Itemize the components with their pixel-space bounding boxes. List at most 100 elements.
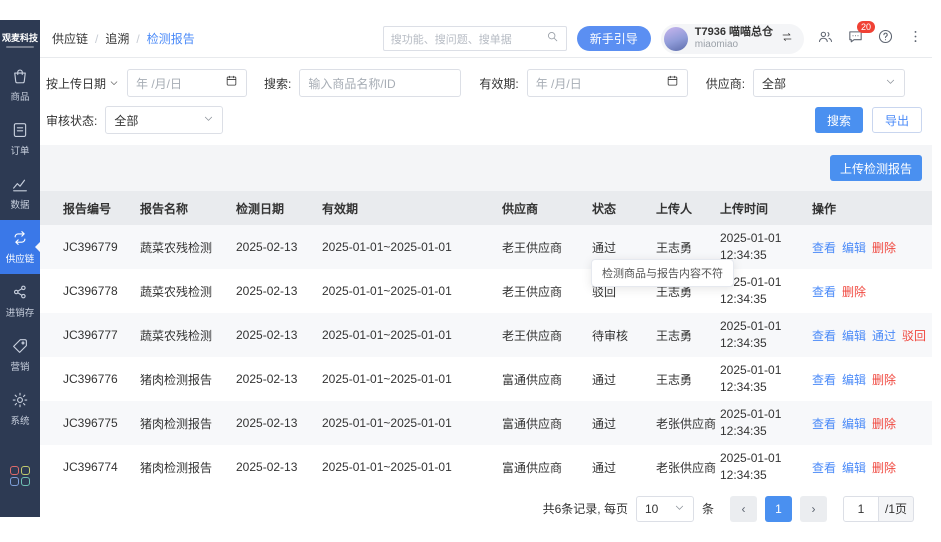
bag-icon xyxy=(11,67,29,90)
sidebar-item-marketing[interactable]: 营销 xyxy=(0,328,40,382)
validity-cell: 2025-01-01~2025-01-01 xyxy=(322,416,452,430)
test-date-cell: 2025-02-13 xyxy=(236,372,298,386)
calendar-icon xyxy=(666,74,679,92)
breadcrumb-item[interactable]: 追溯 xyxy=(105,30,129,47)
sidebar-item-data[interactable]: 数据 xyxy=(0,166,40,220)
action-link-link[interactable]: 查看 xyxy=(812,459,836,476)
action-link-link[interactable]: 通过 xyxy=(872,327,896,344)
action-link-link[interactable]: 编辑 xyxy=(842,327,866,344)
status-cell: 通过 xyxy=(592,240,617,255)
contacts-button[interactable] xyxy=(817,28,834,50)
next-page-button[interactable]: › xyxy=(799,495,827,522)
search-button[interactable]: 搜索 xyxy=(814,107,863,133)
upload-report-button[interactable]: 上传检测报告 xyxy=(829,155,922,181)
sidebar-item-label: 营销 xyxy=(10,362,30,373)
supplier-select[interactable]: 全部 xyxy=(753,69,906,97)
column-header: 报告编号 xyxy=(63,201,112,216)
kebab-menu-icon xyxy=(907,28,924,50)
prev-page-button[interactable]: ‹ xyxy=(729,495,757,522)
status-cell: 通过 xyxy=(592,372,617,387)
report-name-cell: 猪肉检测报告 xyxy=(140,416,213,431)
action-link-link[interactable]: 查看 xyxy=(812,415,836,432)
breadcrumb-item[interactable]: 供应链 xyxy=(52,30,88,47)
report-id-cell: JC396778 xyxy=(63,284,118,298)
upload-date-input[interactable]: 年 /月/日 xyxy=(127,69,248,97)
apps-grid-icon xyxy=(10,466,30,486)
validity-date-input[interactable]: 年 /月/日 xyxy=(526,69,688,97)
goods-search-input[interactable]: 输入商品名称/ID xyxy=(299,69,462,97)
action-link-link[interactable]: 查看 xyxy=(812,327,836,344)
sidebar-item-goods[interactable]: 商品 xyxy=(0,58,40,112)
audit-status-label: 审核状态: xyxy=(46,113,98,128)
action-danger-link[interactable]: 删除 xyxy=(872,371,896,388)
audit-status-select[interactable]: 全部 xyxy=(105,106,224,134)
table-row: JC396777 蔬菜农残检测 2025-02-13 2025-01-01~2025-… xyxy=(40,313,932,357)
action-danger-link[interactable]: 删除 xyxy=(872,415,896,432)
supply-chain-icon xyxy=(11,229,29,252)
total-pages-label: /1页 xyxy=(878,495,914,522)
messages-button[interactable]: 20 xyxy=(847,20,875,50)
action-link-link[interactable]: 查看 xyxy=(812,371,836,388)
supplier-cell: 富通供应商 xyxy=(502,416,563,431)
supplier-cell: 老王供应商 xyxy=(502,240,563,255)
more-menu-button[interactable] xyxy=(907,28,924,50)
page-size-select[interactable]: 10 xyxy=(635,495,694,522)
search-icon xyxy=(546,30,559,48)
test-date-cell: 2025-02-13 xyxy=(236,460,298,474)
report-id-cell: JC396777 xyxy=(63,328,118,342)
status-tooltip: 检测商品与报告内容不符 xyxy=(591,259,734,287)
action-link-link[interactable]: 查看 xyxy=(812,283,836,300)
validity-date-placeholder: 年 /月/日 xyxy=(535,76,582,91)
row-actions: 查看 编辑 通过 驳回 xyxy=(812,327,928,344)
row-actions: 查看 编辑 删除 xyxy=(812,459,928,476)
gear-icon xyxy=(11,391,29,414)
validity-label: 有效期: xyxy=(479,76,519,91)
chevron-down-icon xyxy=(109,78,119,88)
action-danger-link[interactable]: 驳回 xyxy=(902,327,926,344)
main-area: 供应链 / 追溯 / 检测报告 搜功能、搜问题、搜单据 新手引导 T7936 喵… xyxy=(40,20,932,528)
column-header: 有效期 xyxy=(322,201,359,216)
supplier-select-value: 全部 xyxy=(762,76,787,91)
brand-slogan xyxy=(6,45,34,48)
action-link-link[interactable]: 编辑 xyxy=(842,239,866,256)
column-header: 报告名称 xyxy=(140,201,189,216)
action-danger-link[interactable]: 删除 xyxy=(842,283,866,300)
date-type-selector[interactable]: 按上传日期 xyxy=(46,75,119,92)
search-field-label: 搜索: xyxy=(264,76,292,91)
page-jump-input[interactable]: 1 xyxy=(842,495,879,522)
brand-logo-text: 观麦科技 xyxy=(1,32,38,43)
column-header: 操作 xyxy=(812,201,837,216)
sidebar-item-label: 商品 xyxy=(10,92,30,103)
export-button[interactable]: 导出 xyxy=(871,107,922,133)
action-danger-link[interactable]: 删除 xyxy=(872,459,896,476)
breadcrumb-separator: / xyxy=(95,31,99,46)
chart-icon xyxy=(11,175,29,198)
test-date-cell: 2025-02-13 xyxy=(236,284,298,298)
action-link-link[interactable]: 编辑 xyxy=(842,415,866,432)
page-button-1[interactable]: 1 xyxy=(764,495,792,522)
report-id-cell: JC396779 xyxy=(63,240,118,254)
action-link-link[interactable]: 编辑 xyxy=(842,459,866,476)
sidebar-apps-button[interactable] xyxy=(0,449,40,503)
page-size-value: 10 xyxy=(644,501,659,516)
action-link-link[interactable]: 查看 xyxy=(812,239,836,256)
user-menu[interactable]: T7936 喵喵总仓 miaomiao xyxy=(660,23,804,54)
chevron-down-icon xyxy=(885,74,896,92)
status-cell: 待审核 xyxy=(592,328,629,343)
sidebar-item-orders[interactable]: 订单 xyxy=(0,112,40,166)
tag-icon xyxy=(11,337,29,360)
uploader-cell: 王志勇 xyxy=(656,328,693,343)
action-danger-link[interactable]: 删除 xyxy=(872,239,896,256)
help-button[interactable] xyxy=(877,28,894,50)
beginner-guide-button[interactable]: 新手引导 xyxy=(576,26,651,51)
supplier-label: 供应商: xyxy=(705,76,746,91)
report-name-cell: 蔬菜农残检测 xyxy=(140,240,213,255)
action-link-link[interactable]: 编辑 xyxy=(842,371,866,388)
sidebar-item-supply-chain[interactable]: 供应链 xyxy=(0,220,40,274)
switch-account-icon[interactable] xyxy=(780,30,794,48)
global-search-input[interactable]: 搜功能、搜问题、搜单据 xyxy=(382,26,567,51)
report-id-cell: JC396774 xyxy=(63,460,118,474)
sidebar-item-inventory[interactable]: 进销存 xyxy=(0,274,40,328)
column-header: 上传时间 xyxy=(720,201,769,216)
sidebar-item-system[interactable]: 系统 xyxy=(0,382,40,436)
